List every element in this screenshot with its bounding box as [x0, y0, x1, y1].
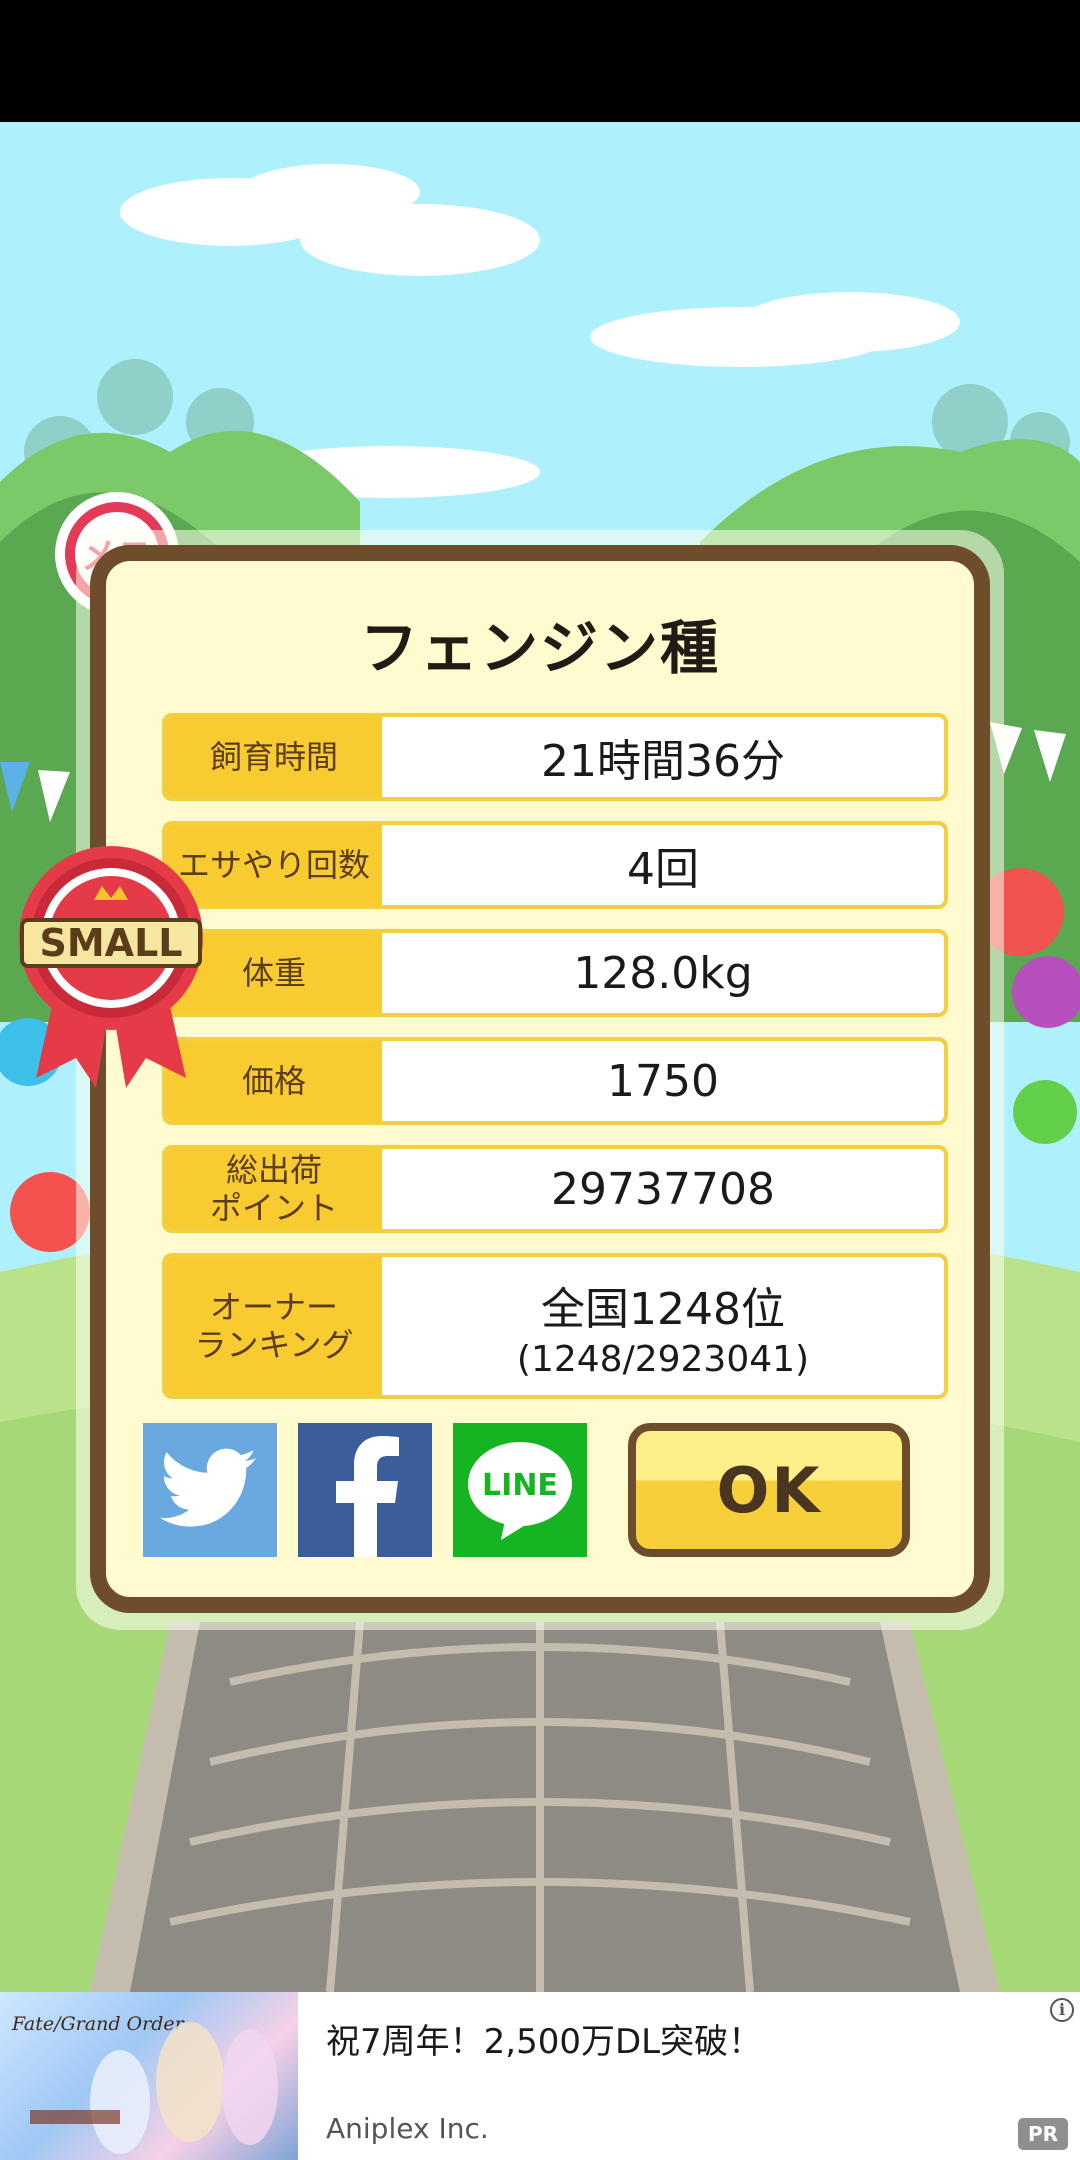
row-label: 飼育時間	[166, 717, 382, 797]
share-facebook-button[interactable]	[298, 1423, 432, 1557]
ad-advertiser: Aniplex Inc.	[326, 2112, 489, 2145]
row-value: 29737708	[551, 1163, 775, 1215]
share-twitter-button[interactable]	[143, 1423, 277, 1557]
status-bar	[0, 0, 1080, 122]
share-line-button[interactable]: LINE	[453, 1423, 587, 1557]
ad-title[interactable]: 祝7周年！2,500万DL突破！	[326, 2014, 762, 2063]
row-value: 全国1248位 (1248/2923041)	[382, 1257, 944, 1395]
ad-artwork	[30, 2022, 278, 2154]
ok-label: OK	[716, 1453, 822, 1527]
row-label: 総出荷 ポイント	[166, 1149, 382, 1229]
ad-image[interactable]: Fate/Grand Order	[0, 1992, 298, 2160]
row-value: 128.0kg	[573, 947, 753, 999]
row-value: 21時間36分	[541, 736, 785, 787]
row-label: オーナー ランキング	[166, 1257, 382, 1395]
row-shipping-points: 総出荷 ポイント 29737708	[162, 1145, 948, 1233]
row-value: 1750	[607, 1055, 719, 1107]
ok-button[interactable]: OK	[628, 1423, 910, 1557]
ranking-detail: (1248/2923041)	[516, 1338, 810, 1380]
ad-pr-badge: PR	[1018, 2118, 1068, 2150]
row-weight: 体重 128.0kg	[162, 929, 948, 1017]
size-label: SMALL	[39, 921, 182, 965]
ad-banner[interactable]: Fate/Grand Order 祝7周年！2,500万DL突破！ Aniple…	[0, 1992, 1080, 2160]
row-price: 価格 1750	[162, 1037, 948, 1125]
result-dialog: フェンジン種 飼育時間 21時間36分 エサやり回数 4回 体重 128.0kg…	[90, 545, 990, 1613]
ranking-main: 全国1248位	[541, 1283, 785, 1335]
small-size-ribbon: SMALL	[16, 838, 206, 1088]
row-owner-ranking: オーナー ランキング 全国1248位 (1248/2923041)	[162, 1253, 948, 1399]
facebook-f-icon	[336, 1436, 399, 1557]
twitter-bird-icon	[160, 1448, 256, 1527]
line-label: LINE	[482, 1468, 558, 1503]
breed-title: フェンジン種	[359, 614, 720, 682]
ad-info-icon[interactable]: i	[1050, 1998, 1074, 2022]
line-icon: LINE	[468, 1442, 572, 1540]
row-breeding-time: 飼育時間 21時間36分	[162, 713, 948, 801]
row-value: 4回	[627, 844, 699, 895]
row-feed-count: エサやり回数 4回	[162, 821, 948, 909]
